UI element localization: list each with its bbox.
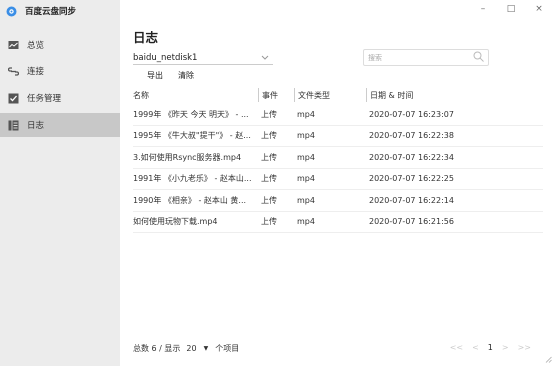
cell-name: 1991年 《小九老乐》 - 赵本山...	[133, 174, 252, 184]
cell-type: mp4	[297, 217, 315, 227]
cell-date: 2020-07-07 16:22:25	[369, 174, 454, 184]
table-row[interactable]: 3.如何使用Rsync服务器.mp4 上传 mp4 2020-07-07 16:…	[133, 147, 543, 169]
disk-select-value: baidu_netdisk1	[133, 52, 198, 63]
log-table: 名称 事件 文件类型 日期 & 时间 1999年 《昨天 今天 明天》 - ..…	[133, 86, 543, 233]
column-header-name[interactable]: 名称	[133, 88, 258, 102]
cell-name: 如何使用玩物下载.mp4	[133, 217, 218, 227]
sidebar-item-task-management[interactable]: 任务管理	[0, 86, 120, 110]
pagination: << < 1 > >>	[450, 343, 531, 352]
table-body: 1999年 《昨天 今天 明天》 - ... 上传 mp4 2020-07-07…	[133, 104, 543, 233]
search-icon[interactable]	[473, 51, 484, 64]
task-icon	[8, 93, 19, 104]
cell-event: 上传	[261, 152, 277, 162]
cell-type: mp4	[297, 152, 315, 162]
first-page-button[interactable]: <<	[450, 343, 463, 352]
cell-date: 2020-07-07 16:21:56	[369, 217, 454, 227]
cell-type: mp4	[297, 131, 315, 141]
column-header-date[interactable]: 日期 & 时间	[366, 88, 476, 102]
cell-date: 2020-07-07 16:22:14	[369, 195, 454, 205]
search-input[interactable]	[368, 53, 473, 62]
table-header: 名称 事件 文件类型 日期 & 时间	[133, 86, 543, 104]
last-page-button[interactable]: >>	[518, 343, 531, 352]
maximize-button[interactable]: □	[505, 4, 517, 14]
search-box	[363, 49, 489, 66]
table-row[interactable]: 1990年 《相亲》 - 赵本山 黄... 上传 mp4 2020-07-07 …	[133, 190, 543, 212]
table-row[interactable]: 如何使用玩物下载.mp4 上传 mp4 2020-07-07 16:21:56	[133, 212, 543, 233]
cell-name: 1999年 《昨天 今天 明天》 - ...	[133, 109, 249, 119]
sidebar-item-connection[interactable]: 连接	[0, 59, 120, 83]
main-panel: – □ × 日志 baidu_netdisk1 导出 清除 名称 事件 文件类型…	[120, 0, 555, 366]
sidebar-item-label: 连接	[27, 67, 45, 77]
total-summary: 总数 6 / 显示	[133, 344, 181, 353]
sidebar-item-label: 任务管理	[27, 94, 62, 104]
caret-down-icon[interactable]: ▼	[204, 345, 209, 352]
cell-name: 1995年 《牛大叔"提干"》 - 赵...	[133, 131, 251, 141]
table-row[interactable]: 1999年 《昨天 今天 明天》 - ... 上传 mp4 2020-07-07…	[133, 104, 543, 126]
overview-icon	[8, 40, 19, 51]
cell-event: 上传	[261, 195, 277, 205]
export-button[interactable]: 导出	[147, 70, 163, 81]
cell-type: mp4	[297, 109, 315, 119]
cell-event: 上传	[261, 109, 277, 119]
cell-event: 上传	[261, 174, 277, 184]
next-page-button[interactable]: >	[502, 343, 509, 352]
cell-name: 1990年 《相亲》 - 赵本山 黄...	[133, 195, 247, 205]
cell-date: 2020-07-07 16:23:07	[369, 109, 454, 119]
chevron-down-icon	[261, 53, 269, 62]
cell-date: 2020-07-07 16:22:34	[369, 152, 454, 162]
cell-type: mp4	[297, 195, 315, 205]
app-logo-icon	[6, 6, 17, 17]
close-button[interactable]: ×	[533, 4, 545, 14]
column-header-type[interactable]: 文件类型	[294, 88, 366, 102]
table-footer: 总数 6 / 显示 20 ▼ 个项目	[133, 343, 239, 354]
minimize-button[interactable]: –	[477, 4, 489, 14]
app-header: 百度云盘同步	[0, 0, 120, 22]
current-page[interactable]: 1	[488, 343, 493, 352]
clear-button[interactable]: 清除	[178, 70, 194, 81]
page-title: 日志	[133, 30, 159, 45]
sidebar-item-label: 日志	[27, 121, 45, 131]
page-size-select[interactable]: 20	[186, 344, 196, 353]
log-icon	[8, 120, 19, 131]
disk-select[interactable]: baidu_netdisk1	[133, 51, 273, 65]
sidebar-item-overview[interactable]: 总览	[0, 33, 120, 57]
app-title: 百度云盘同步	[25, 7, 77, 17]
cell-date: 2020-07-07 16:22:38	[369, 131, 454, 141]
column-header-event[interactable]: 事件	[258, 88, 294, 102]
window-controls: – □ ×	[477, 4, 545, 14]
sidebar-item-label: 总览	[27, 41, 45, 51]
resize-grip-icon[interactable]	[545, 356, 552, 363]
cell-type: mp4	[297, 174, 315, 184]
toolbar: 导出 清除	[147, 70, 194, 81]
table-row[interactable]: 1995年 《牛大叔"提干"》 - 赵... 上传 mp4 2020-07-07…	[133, 126, 543, 147]
sidebar: 百度云盘同步 总览 连接 任务管理 日志	[0, 0, 120, 366]
items-label: 个项目	[215, 344, 240, 353]
table-row[interactable]: 1991年 《小九老乐》 - 赵本山... 上传 mp4 2020-07-07 …	[133, 169, 543, 190]
cell-name: 3.如何使用Rsync服务器.mp4	[133, 152, 242, 162]
cell-event: 上传	[261, 131, 277, 141]
link-icon	[8, 66, 19, 77]
prev-page-button[interactable]: <	[472, 343, 479, 352]
cell-event: 上传	[261, 217, 277, 227]
sidebar-item-log[interactable]: 日志	[0, 113, 120, 137]
